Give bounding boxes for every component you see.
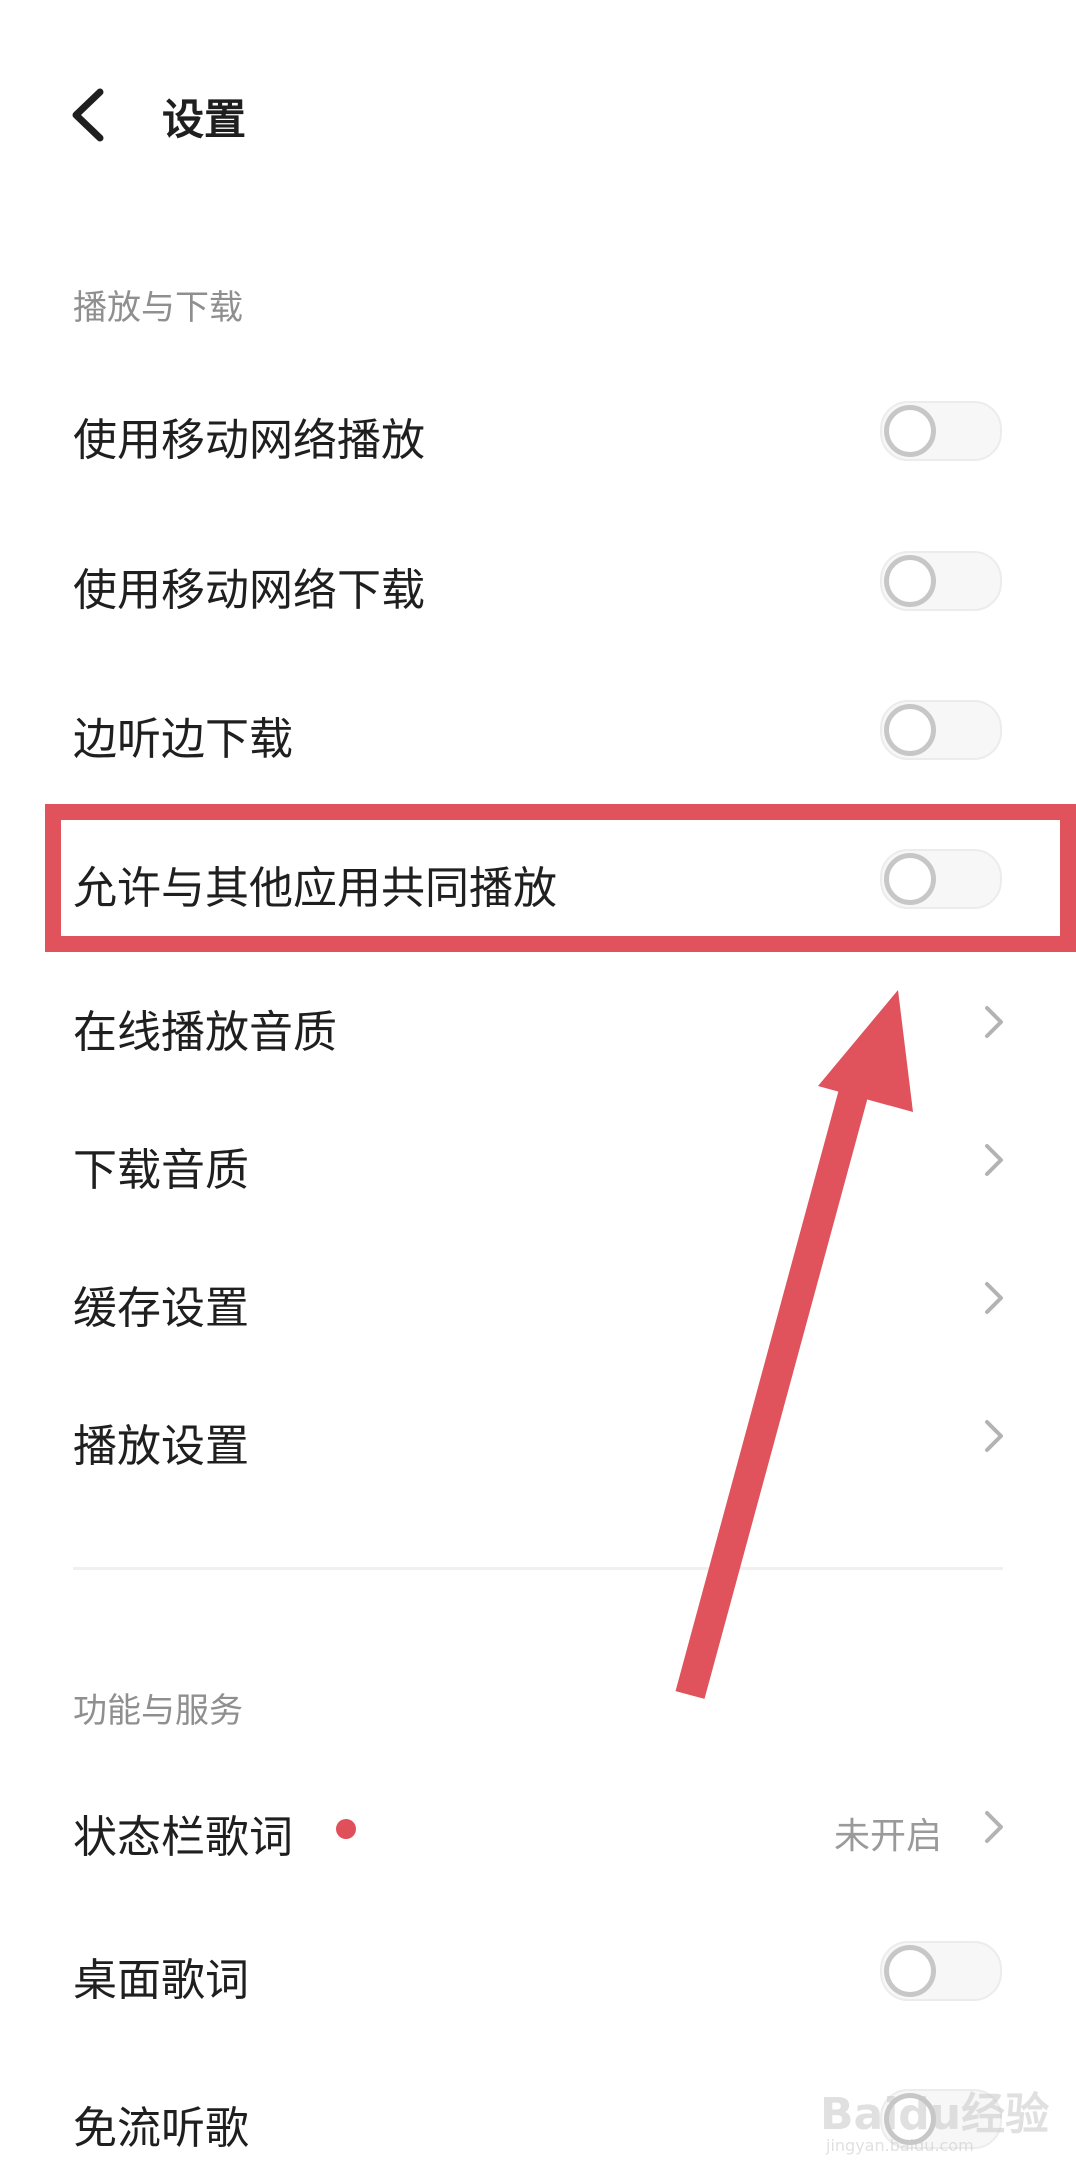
page-title: 设置 — [162, 95, 247, 144]
setting-playback[interactable]: 播放设置 — [0, 1376, 1076, 1496]
setting-label: 播放设置 — [73, 1421, 249, 1472]
setting-label: 允许与其他应用共同播放 — [73, 863, 557, 914]
watermark-logo: Baidu经验 jingyan.baidu.com — [820, 2058, 1050, 2158]
section-divider — [73, 1567, 1003, 1570]
mix-with-other-apps-toggle[interactable] — [880, 849, 1002, 909]
watermark-url: jingyan.baidu.com — [826, 2136, 974, 2155]
setting-label: 在线播放音质 — [73, 1007, 337, 1058]
setting-label: 状态栏歌词 — [73, 1812, 293, 1863]
setting-label: 免流听歌 — [73, 2103, 249, 2154]
back-button[interactable] — [60, 80, 120, 150]
setting-label: 桌面歌词 — [73, 1955, 249, 2006]
setting-label: 使用移动网络播放 — [73, 415, 425, 466]
setting-status-bar-lyrics[interactable]: 状态栏歌词 未开启 — [0, 1767, 1076, 1887]
chevron-left-icon — [72, 88, 104, 142]
setting-download-while-listening[interactable]: 边听边下载 — [0, 669, 1076, 789]
setting-label: 边听边下载 — [73, 714, 293, 765]
setting-download-quality[interactable]: 下载音质 — [0, 1100, 1076, 1220]
header: 设置 — [0, 40, 1076, 180]
setting-label: 下载音质 — [73, 1145, 249, 1196]
setting-label: 缓存设置 — [73, 1283, 249, 1334]
download-while-listening-toggle[interactable] — [880, 700, 1002, 760]
chevron-right-icon — [985, 1282, 1003, 1314]
status-bar-lyrics-value: 未开启 — [833, 1816, 942, 1857]
chevron-right-icon — [985, 1006, 1003, 1038]
mobile-network-play-toggle[interactable] — [880, 401, 1002, 461]
new-badge-dot — [336, 1819, 356, 1839]
mobile-network-download-toggle[interactable] — [880, 551, 1002, 611]
chevron-right-icon — [985, 1420, 1003, 1452]
setting-online-quality[interactable]: 在线播放音质 — [0, 962, 1076, 1082]
watermark-text: Baidu经验 — [820, 2089, 1050, 2140]
chevron-right-icon — [985, 1144, 1003, 1176]
setting-mix-with-other-apps[interactable]: 允许与其他应用共同播放 — [0, 818, 1076, 938]
section-title-playback: 播放与下载 — [73, 288, 243, 328]
setting-desktop-lyrics[interactable]: 桌面歌词 — [0, 1910, 1076, 2030]
chevron-right-icon — [985, 1811, 1003, 1843]
setting-cache[interactable]: 缓存设置 — [0, 1238, 1076, 1358]
section-title-features: 功能与服务 — [73, 1691, 243, 1731]
setting-mobile-network-download[interactable]: 使用移动网络下载 — [0, 520, 1076, 640]
setting-label: 使用移动网络下载 — [73, 565, 425, 616]
desktop-lyrics-toggle[interactable] — [880, 1941, 1002, 2001]
setting-mobile-network-play[interactable]: 使用移动网络播放 — [0, 370, 1076, 490]
